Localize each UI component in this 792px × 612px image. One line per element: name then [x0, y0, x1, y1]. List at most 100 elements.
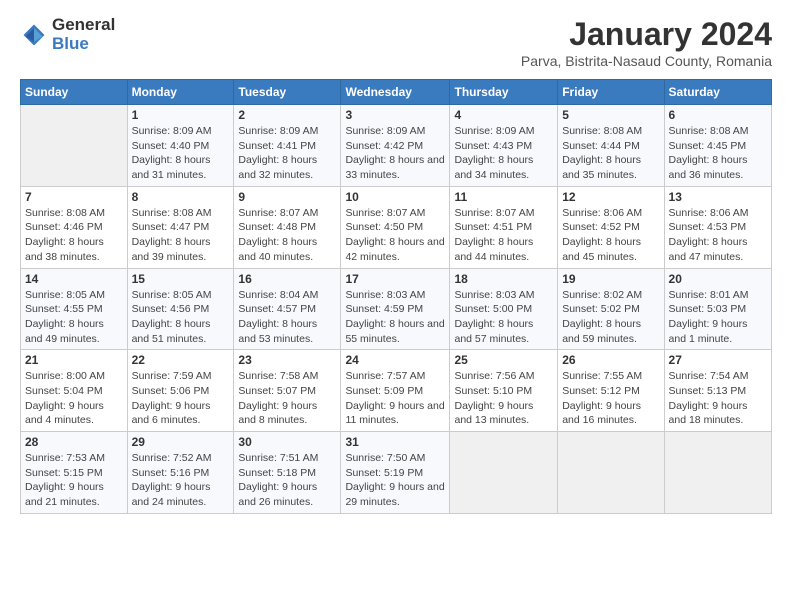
sunset: Sunset: 5:07 PM: [238, 385, 316, 397]
sunset: Sunset: 4:52 PM: [562, 221, 640, 233]
sunrise: Sunrise: 8:06 AM: [562, 207, 642, 219]
calendar-cell: [450, 432, 558, 514]
sunrise: Sunrise: 8:06 AM: [669, 207, 749, 219]
weekday-header-row: SundayMondayTuesdayWednesdayThursdayFrid…: [21, 80, 772, 105]
daylight: Daylight: 8 hours and 53 minutes.: [238, 318, 317, 345]
daylight: Daylight: 8 hours and 38 minutes.: [25, 236, 104, 263]
calendar-week-2: 7 Sunrise: 8:08 AM Sunset: 4:46 PM Dayli…: [21, 186, 772, 268]
calendar-cell: 26 Sunrise: 7:55 AM Sunset: 5:12 PM Dayl…: [558, 350, 664, 432]
calendar-cell: 24 Sunrise: 7:57 AM Sunset: 5:09 PM Dayl…: [341, 350, 450, 432]
day-number: 10: [345, 190, 445, 204]
day-info: Sunrise: 8:08 AM Sunset: 4:46 PM Dayligh…: [25, 206, 123, 265]
daylight: Daylight: 8 hours and 55 minutes.: [345, 318, 444, 345]
daylight: Daylight: 9 hours and 11 minutes.: [345, 400, 444, 427]
calendar-cell: 29 Sunrise: 7:52 AM Sunset: 5:16 PM Dayl…: [127, 432, 234, 514]
sunrise: Sunrise: 7:57 AM: [345, 370, 425, 382]
day-number: 21: [25, 353, 123, 367]
day-number: 13: [669, 190, 767, 204]
calendar-cell: 22 Sunrise: 7:59 AM Sunset: 5:06 PM Dayl…: [127, 350, 234, 432]
sunrise: Sunrise: 7:50 AM: [345, 452, 425, 464]
day-number: 25: [454, 353, 553, 367]
day-number: 28: [25, 435, 123, 449]
sunrise: Sunrise: 8:09 AM: [132, 125, 212, 137]
day-number: 20: [669, 272, 767, 286]
daylight: Daylight: 8 hours and 59 minutes.: [562, 318, 641, 345]
day-info: Sunrise: 7:56 AM Sunset: 5:10 PM Dayligh…: [454, 369, 553, 428]
daylight: Daylight: 9 hours and 13 minutes.: [454, 400, 533, 427]
calendar-cell: 15 Sunrise: 8:05 AM Sunset: 4:56 PM Dayl…: [127, 268, 234, 350]
sunrise: Sunrise: 7:54 AM: [669, 370, 749, 382]
day-number: 5: [562, 108, 659, 122]
calendar-cell: 17 Sunrise: 8:03 AM Sunset: 4:59 PM Dayl…: [341, 268, 450, 350]
calendar-cell: 12 Sunrise: 8:06 AM Sunset: 4:52 PM Dayl…: [558, 186, 664, 268]
calendar-body: 1 Sunrise: 8:09 AM Sunset: 4:40 PM Dayli…: [21, 105, 772, 514]
day-number: 30: [238, 435, 336, 449]
day-info: Sunrise: 8:01 AM Sunset: 5:03 PM Dayligh…: [669, 288, 767, 347]
day-number: 18: [454, 272, 553, 286]
day-info: Sunrise: 8:07 AM Sunset: 4:48 PM Dayligh…: [238, 206, 336, 265]
calendar-cell: 27 Sunrise: 7:54 AM Sunset: 5:13 PM Dayl…: [664, 350, 771, 432]
day-number: 26: [562, 353, 659, 367]
sunset: Sunset: 4:47 PM: [132, 221, 210, 233]
day-number: 15: [132, 272, 230, 286]
day-info: Sunrise: 7:58 AM Sunset: 5:07 PM Dayligh…: [238, 369, 336, 428]
day-number: 7: [25, 190, 123, 204]
calendar-cell: 16 Sunrise: 8:04 AM Sunset: 4:57 PM Dayl…: [234, 268, 341, 350]
day-info: Sunrise: 8:05 AM Sunset: 4:55 PM Dayligh…: [25, 288, 123, 347]
daylight: Daylight: 8 hours and 39 minutes.: [132, 236, 211, 263]
day-number: 29: [132, 435, 230, 449]
weekday-saturday: Saturday: [664, 80, 771, 105]
calendar-week-3: 14 Sunrise: 8:05 AM Sunset: 4:55 PM Dayl…: [21, 268, 772, 350]
day-number: 2: [238, 108, 336, 122]
sunrise: Sunrise: 8:01 AM: [669, 289, 749, 301]
sunset: Sunset: 4:59 PM: [345, 303, 423, 315]
sunset: Sunset: 5:16 PM: [132, 467, 210, 479]
daylight: Daylight: 9 hours and 29 minutes.: [345, 481, 444, 508]
daylight: Daylight: 8 hours and 57 minutes.: [454, 318, 533, 345]
day-number: 3: [345, 108, 445, 122]
calendar-subtitle: Parva, Bistrita-Nasaud County, Romania: [521, 53, 772, 69]
day-number: 6: [669, 108, 767, 122]
sunset: Sunset: 4:42 PM: [345, 140, 423, 152]
sunset: Sunset: 5:13 PM: [669, 385, 747, 397]
calendar-cell: 25 Sunrise: 7:56 AM Sunset: 5:10 PM Dayl…: [450, 350, 558, 432]
daylight: Daylight: 8 hours and 33 minutes.: [345, 154, 444, 181]
sunrise: Sunrise: 7:59 AM: [132, 370, 212, 382]
day-info: Sunrise: 7:52 AM Sunset: 5:16 PM Dayligh…: [132, 451, 230, 510]
day-number: 24: [345, 353, 445, 367]
weekday-friday: Friday: [558, 80, 664, 105]
sunset: Sunset: 4:50 PM: [345, 221, 423, 233]
sunset: Sunset: 5:15 PM: [25, 467, 103, 479]
sunset: Sunset: 4:48 PM: [238, 221, 316, 233]
sunrise: Sunrise: 8:08 AM: [562, 125, 642, 137]
calendar-cell: 2 Sunrise: 8:09 AM Sunset: 4:41 PM Dayli…: [234, 105, 341, 187]
sunrise: Sunrise: 8:09 AM: [454, 125, 534, 137]
daylight: Daylight: 9 hours and 16 minutes.: [562, 400, 641, 427]
calendar-cell: 3 Sunrise: 8:09 AM Sunset: 4:42 PM Dayli…: [341, 105, 450, 187]
daylight: Daylight: 8 hours and 42 minutes.: [345, 236, 444, 263]
sunrise: Sunrise: 8:07 AM: [454, 207, 534, 219]
calendar-header: SundayMondayTuesdayWednesdayThursdayFrid…: [21, 80, 772, 105]
sunset: Sunset: 4:56 PM: [132, 303, 210, 315]
sunset: Sunset: 4:40 PM: [132, 140, 210, 152]
day-info: Sunrise: 8:06 AM Sunset: 4:53 PM Dayligh…: [669, 206, 767, 265]
sunrise: Sunrise: 8:09 AM: [345, 125, 425, 137]
daylight: Daylight: 8 hours and 47 minutes.: [669, 236, 748, 263]
calendar-table: SundayMondayTuesdayWednesdayThursdayFrid…: [20, 79, 772, 514]
day-number: 11: [454, 190, 553, 204]
sunrise: Sunrise: 7:51 AM: [238, 452, 318, 464]
calendar-cell: 9 Sunrise: 8:07 AM Sunset: 4:48 PM Dayli…: [234, 186, 341, 268]
sunrise: Sunrise: 8:08 AM: [669, 125, 749, 137]
weekday-thursday: Thursday: [450, 80, 558, 105]
day-info: Sunrise: 8:09 AM Sunset: 4:43 PM Dayligh…: [454, 124, 553, 183]
day-number: 31: [345, 435, 445, 449]
daylight: Daylight: 9 hours and 1 minute.: [669, 318, 748, 345]
daylight: Daylight: 8 hours and 32 minutes.: [238, 154, 317, 181]
calendar-cell: 4 Sunrise: 8:09 AM Sunset: 4:43 PM Dayli…: [450, 105, 558, 187]
day-number: 9: [238, 190, 336, 204]
day-info: Sunrise: 8:08 AM Sunset: 4:45 PM Dayligh…: [669, 124, 767, 183]
calendar-cell: 21 Sunrise: 8:00 AM Sunset: 5:04 PM Dayl…: [21, 350, 128, 432]
day-number: 4: [454, 108, 553, 122]
sunset: Sunset: 5:02 PM: [562, 303, 640, 315]
day-info: Sunrise: 8:03 AM Sunset: 4:59 PM Dayligh…: [345, 288, 445, 347]
